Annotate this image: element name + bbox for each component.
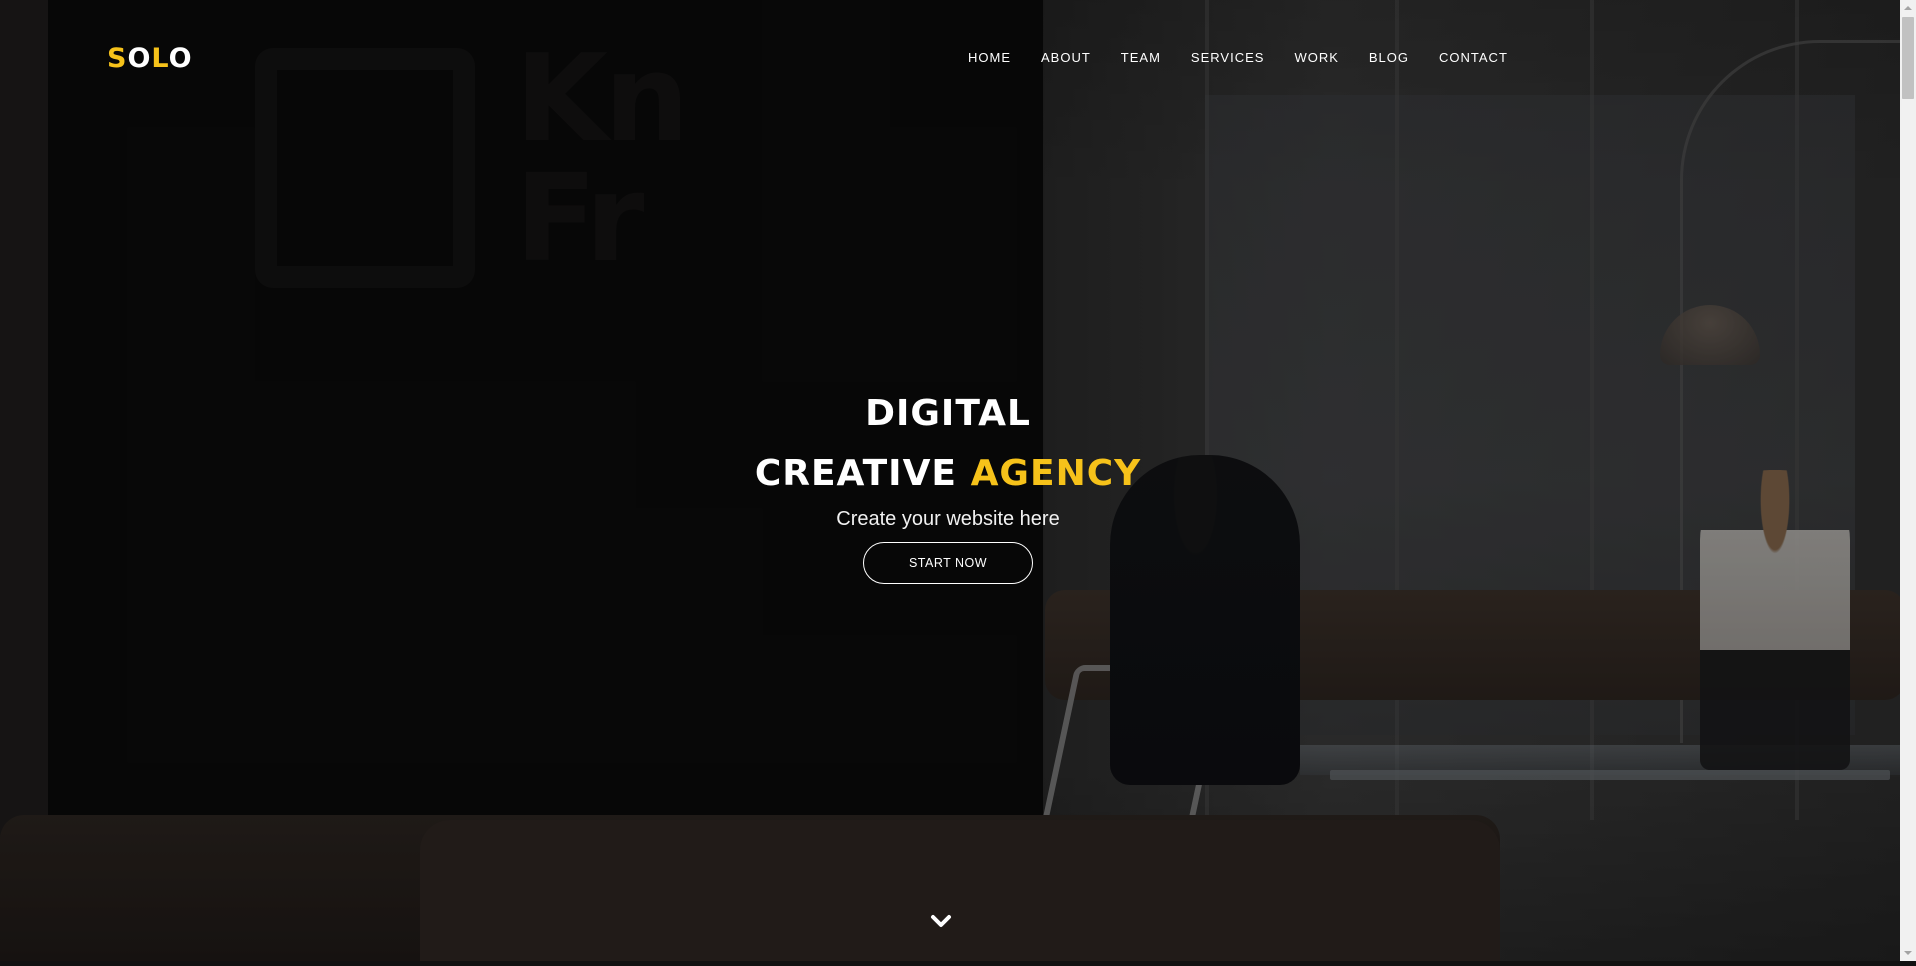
- logo-letter: O: [127, 43, 152, 74]
- nav-item-blog[interactable]: BLOG: [1369, 50, 1409, 66]
- logo-letter: L: [151, 43, 169, 74]
- nav-item-services[interactable]: SERVICES: [1191, 50, 1265, 66]
- hero-title-line2: CREATIVE AGENCY: [0, 452, 1896, 496]
- nav-item-work[interactable]: WORK: [1294, 50, 1338, 66]
- nav-item-team[interactable]: TEAM: [1121, 50, 1161, 66]
- hero-title-accent: AGENCY: [970, 453, 1142, 494]
- nav-item-about[interactable]: ABOUT: [1041, 50, 1091, 66]
- scroll-up-arrow-icon[interactable]: [1900, 0, 1916, 16]
- navbar: SOLO HOME ABOUT TEAM SERVICES WORK BLOG …: [0, 0, 1900, 118]
- site-logo[interactable]: SOLO: [107, 43, 193, 75]
- logo-letter: O: [168, 43, 193, 74]
- vertical-scrollbar[interactable]: [1900, 0, 1916, 961]
- nav-item-contact[interactable]: CONTACT: [1439, 50, 1508, 66]
- hero-content: DIGITAL CREATIVE AGENCY Create your webs…: [0, 392, 1896, 584]
- nav-item-home[interactable]: HOME: [968, 50, 1011, 66]
- scroll-down-arrow-icon[interactable]: [1900, 945, 1916, 961]
- hero-subtitle: Create your website here: [836, 508, 1060, 530]
- scrollbar-thumb[interactable]: [1902, 17, 1914, 99]
- logo-letter: S: [107, 43, 128, 74]
- hero-title-line1: DIGITAL: [865, 393, 1031, 434]
- start-now-button[interactable]: START NOW: [863, 542, 1033, 584]
- chevron-down-icon[interactable]: [930, 910, 952, 932]
- hero-title-prefix: CREATIVE: [754, 453, 958, 494]
- main-menu: HOME ABOUT TEAM SERVICES WORK BLOG CONTA…: [968, 50, 1538, 66]
